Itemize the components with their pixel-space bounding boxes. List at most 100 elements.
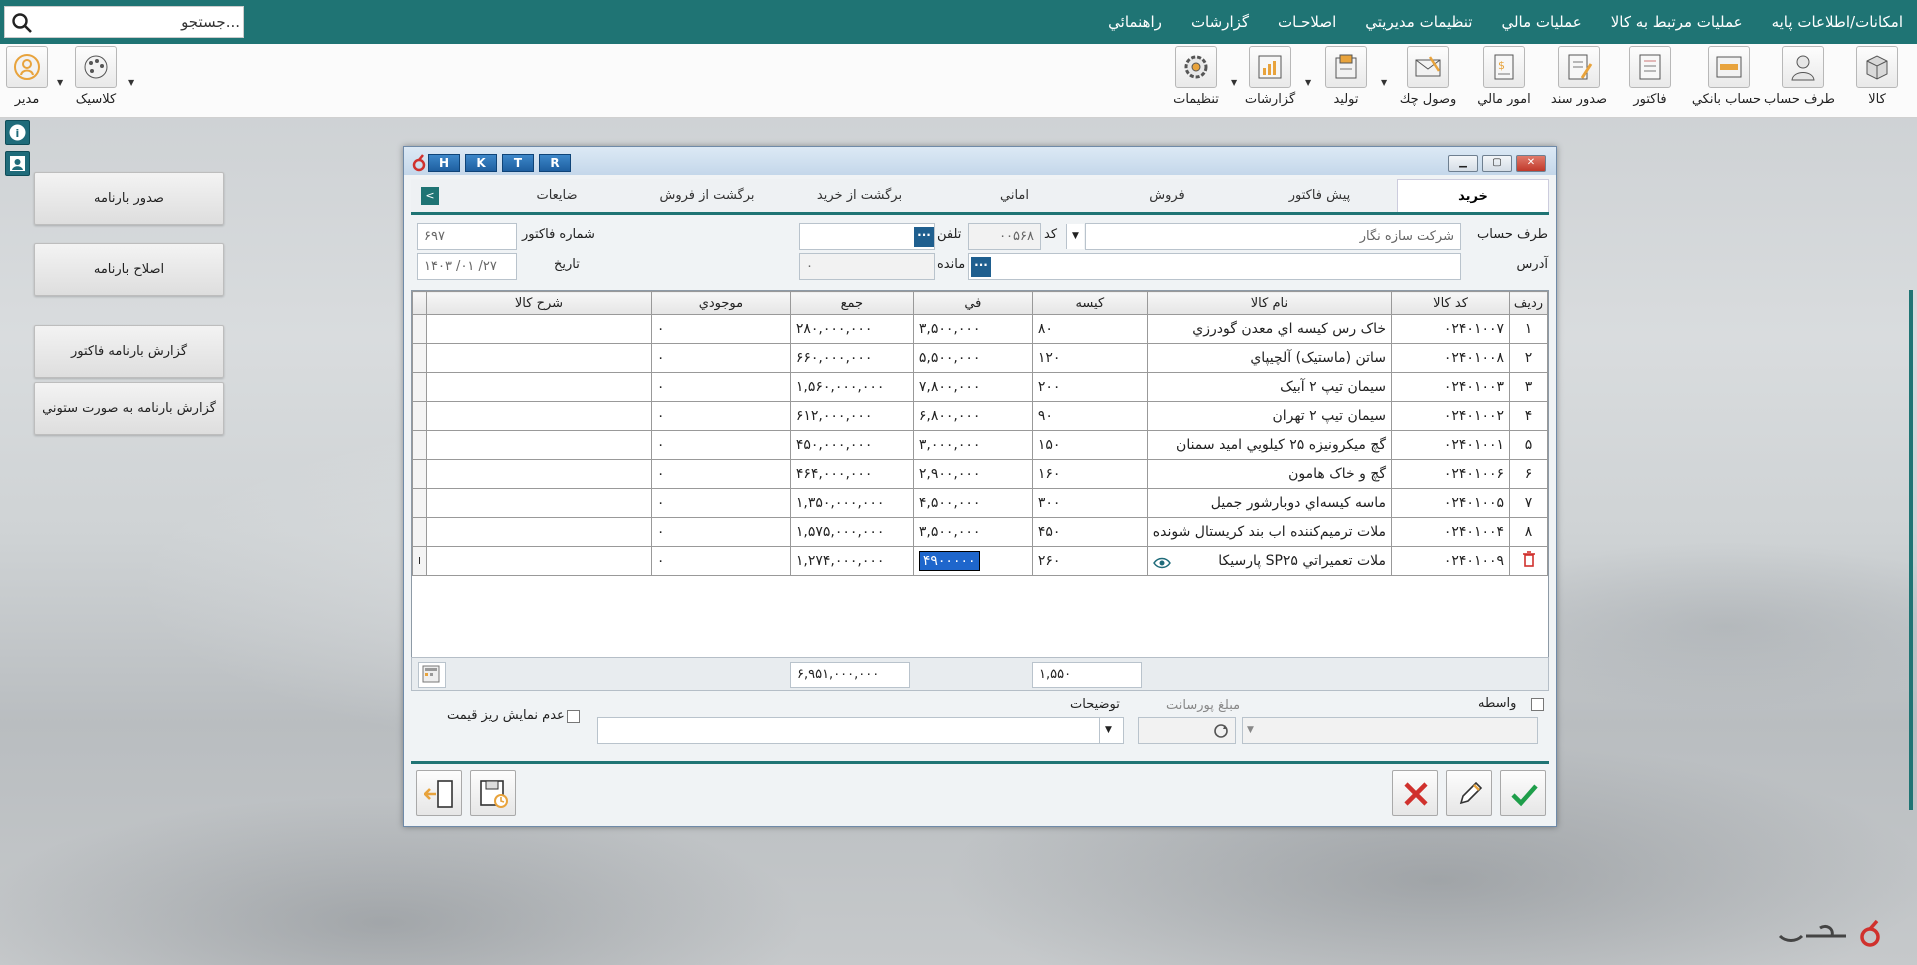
table-row-editing[interactable]: ۰۲۴۰۱۰۰۹ ملات تعميراتي SP۲۵ پارسيکا ۲۶۰ … — [411, 546, 1548, 576]
cell-code[interactable]: ۰۲۴۰۱۰۰۶ — [1391, 459, 1511, 489]
col-header-desc[interactable]: شرح کالا — [426, 291, 652, 315]
tab-sales-return[interactable]: برگشت از فروش — [632, 179, 782, 212]
row-selector[interactable] — [411, 343, 428, 373]
theme-dropdown-arrow[interactable]: ▼ — [128, 78, 134, 87]
toolbar-account-button[interactable]: طرف حساب — [1764, 46, 1835, 116]
cell-qty[interactable]: ۲۶۰ — [1031, 546, 1148, 576]
table-row[interactable]: ۷ ۰۲۴۰۱۰۰۵ ماسه کيسه‌اي دوبارشور جميل ۳۰… — [411, 488, 1548, 518]
cell-qty[interactable]: ۹۰ — [1031, 401, 1148, 431]
row-selector[interactable] — [411, 488, 428, 518]
cell-row[interactable]: ۱ — [1509, 314, 1548, 344]
cell-name[interactable]: سيمان تيپ ۲ آبيک — [1146, 372, 1393, 402]
row-selector[interactable] — [411, 372, 428, 402]
cell-price[interactable]: ۳,۵۰۰,۰۰۰ — [912, 314, 1033, 344]
row-selector[interactable] — [411, 459, 428, 489]
address-more-button[interactable]: ··· — [971, 257, 991, 277]
cell-name[interactable]: گچ و خاک هامون — [1146, 459, 1393, 489]
toolbar-production-button[interactable]: توليد — [1314, 46, 1378, 116]
toolbar-invoice-button[interactable]: فاکتور — [1618, 46, 1682, 116]
edit-waybill-button[interactable]: اصلاح بارنامه — [34, 243, 224, 296]
delete-row-icon[interactable] — [1522, 551, 1536, 567]
cell-qty[interactable]: ۴۵۰ — [1031, 517, 1148, 547]
col-header-stock[interactable]: موجودي — [650, 291, 791, 315]
row-selector[interactable] — [411, 517, 428, 547]
cell-desc[interactable] — [426, 546, 652, 576]
cell-row-delete[interactable] — [1509, 546, 1548, 576]
cell-price[interactable]: ۷,۸۰۰,۰۰۰ — [912, 372, 1033, 402]
toolbar-settings-button[interactable]: تنظيمات — [1164, 46, 1228, 116]
cell-row[interactable]: ۸ — [1509, 517, 1548, 547]
tab-waste[interactable]: ضايعات — [482, 179, 632, 212]
broker-dropdown-icon[interactable]: ▼ — [1247, 718, 1254, 743]
cell-desc[interactable] — [426, 430, 652, 460]
toolbar-voucher-button[interactable]: صدور سند — [1547, 46, 1611, 116]
cell-name[interactable]: خاک رس کيسه اي معدن گودرزي — [1146, 314, 1393, 344]
hide-price-checkbox[interactable] — [567, 710, 580, 723]
table-row[interactable]: ۸ ۰۲۴۰۱۰۰۴ ملات ترميم‌کننده اب بند کريست… — [411, 517, 1548, 547]
menu-help[interactable]: راهنمائي — [1108, 13, 1162, 31]
broker-select[interactable]: ▼ — [1242, 717, 1538, 744]
waybill-column-report-button[interactable]: گزارش بارنامه به صورت ستوني — [34, 382, 224, 435]
toolbar-product-button[interactable]: کالا — [1845, 46, 1909, 116]
cell-desc[interactable] — [426, 401, 652, 431]
hotkey-t-button[interactable]: T — [502, 154, 534, 172]
cell-price[interactable]: ۲,۹۰۰,۰۰۰ — [912, 459, 1033, 489]
notes-field[interactable]: + — [597, 717, 1124, 744]
col-header-price[interactable]: في — [912, 291, 1033, 315]
cell-code[interactable]: ۰۲۴۰۱۰۰۲ — [1391, 401, 1511, 431]
cell-code[interactable]: ۰۲۴۰۱۰۰۴ — [1391, 517, 1511, 547]
cell-price[interactable]: ۳,۵۰۰,۰۰۰ — [912, 517, 1033, 547]
tab-purchase-return[interactable]: برگشت از خريد — [782, 179, 937, 212]
cell-code[interactable]: ۰۲۴۰۱۰۰۵ — [1391, 488, 1511, 518]
table-row[interactable]: ۶ ۰۲۴۰۱۰۰۶ گچ و خاک هامون ۱۶۰ ۲,۹۰۰,۰۰۰ … — [411, 459, 1548, 489]
cell-qty[interactable]: ۲۰۰ — [1031, 372, 1148, 402]
row-selector[interactable] — [411, 401, 428, 431]
hotkey-r-button[interactable]: R — [539, 154, 571, 172]
cell-code[interactable]: ۰۲۴۰۱۰۰۸ — [1391, 343, 1511, 373]
cell-qty[interactable]: ۱۲۰ — [1031, 343, 1148, 373]
cell-price[interactable]: ۳,۰۰۰,۰۰۰ — [912, 430, 1033, 460]
table-row[interactable]: ۳ ۰۲۴۰۱۰۰۳ سيمان تيپ ۲ آبيک ۲۰۰ ۷,۸۰۰,۰۰… — [411, 372, 1548, 402]
address-field[interactable] — [968, 253, 1461, 280]
cell-qty[interactable]: ۸۰ — [1031, 314, 1148, 344]
view-eye-icon[interactable] — [1152, 556, 1171, 570]
cell-code[interactable]: ۰۲۴۰۱۰۰۹ — [1391, 546, 1511, 576]
cell-price[interactable]: ۶,۸۰۰,۰۰۰ — [912, 401, 1033, 431]
menu-admin-settings[interactable]: تنظيمات مديريتي — [1365, 13, 1472, 31]
menu-reports[interactable]: گزارشات — [1191, 13, 1249, 31]
cell-desc[interactable] — [426, 517, 652, 547]
issue-waybill-button[interactable]: صدور بارنامه — [34, 172, 224, 225]
menu-financial-ops[interactable]: عمليات مالي — [1501, 13, 1581, 31]
waybill-invoice-report-button[interactable]: گزارش بارنامه فاکتور — [34, 325, 224, 378]
user-dropdown-arrow[interactable]: ▼ — [57, 78, 63, 87]
col-header-sum[interactable]: جمع — [789, 291, 914, 315]
production-dropdown-arrow[interactable]: ▼ — [1381, 78, 1387, 87]
minimize-icon[interactable]: ▁ — [1448, 155, 1478, 172]
menu-corrections[interactable]: اصلاحـات — [1278, 13, 1336, 31]
toolbar-theme-button[interactable]: کلاسيک — [64, 46, 128, 116]
toolbar-reports-button[interactable]: گزارشات — [1238, 46, 1302, 116]
confirm-button[interactable] — [1500, 770, 1546, 816]
hotkey-h-button[interactable]: H — [428, 154, 460, 172]
info-icon[interactable]: i — [5, 120, 30, 145]
reports-dropdown-arrow[interactable]: ▼ — [1305, 78, 1311, 87]
tab-sales[interactable]: فروش — [1092, 179, 1242, 212]
exit-button[interactable] — [416, 770, 462, 816]
hotkey-k-button[interactable]: K — [465, 154, 497, 172]
tab-proforma[interactable]: پيش فاكتور — [1242, 179, 1397, 212]
cell-price[interactable]: ۴,۵۰۰,۰۰۰ — [912, 488, 1033, 518]
user-card-icon[interactable] — [5, 151, 30, 176]
refresh-icon[interactable] — [1211, 721, 1231, 741]
cell-name[interactable]: ملات تعميراتي SP۲۵ پارسيکا — [1146, 546, 1393, 576]
settings-dropdown-arrow[interactable]: ▼ — [1231, 78, 1237, 87]
cell-row[interactable]: ۲ — [1509, 343, 1548, 373]
cell-row[interactable]: ۵ — [1509, 430, 1548, 460]
menu-product-ops[interactable]: عمليات مرتبط به کالا — [1611, 13, 1743, 31]
cell-price-editing[interactable]: ۴۹۰۰۰۰۰ — [912, 546, 1033, 576]
cell-code[interactable]: ۰۲۴۰۱۰۰۷ — [1391, 314, 1511, 344]
row-selector-active[interactable]: I — [411, 546, 428, 576]
cell-desc[interactable] — [426, 459, 652, 489]
cell-qty[interactable]: ۱۵۰ — [1031, 430, 1148, 460]
save-schedule-button[interactable] — [470, 770, 516, 816]
col-header-qty[interactable]: کيسه — [1031, 291, 1148, 315]
